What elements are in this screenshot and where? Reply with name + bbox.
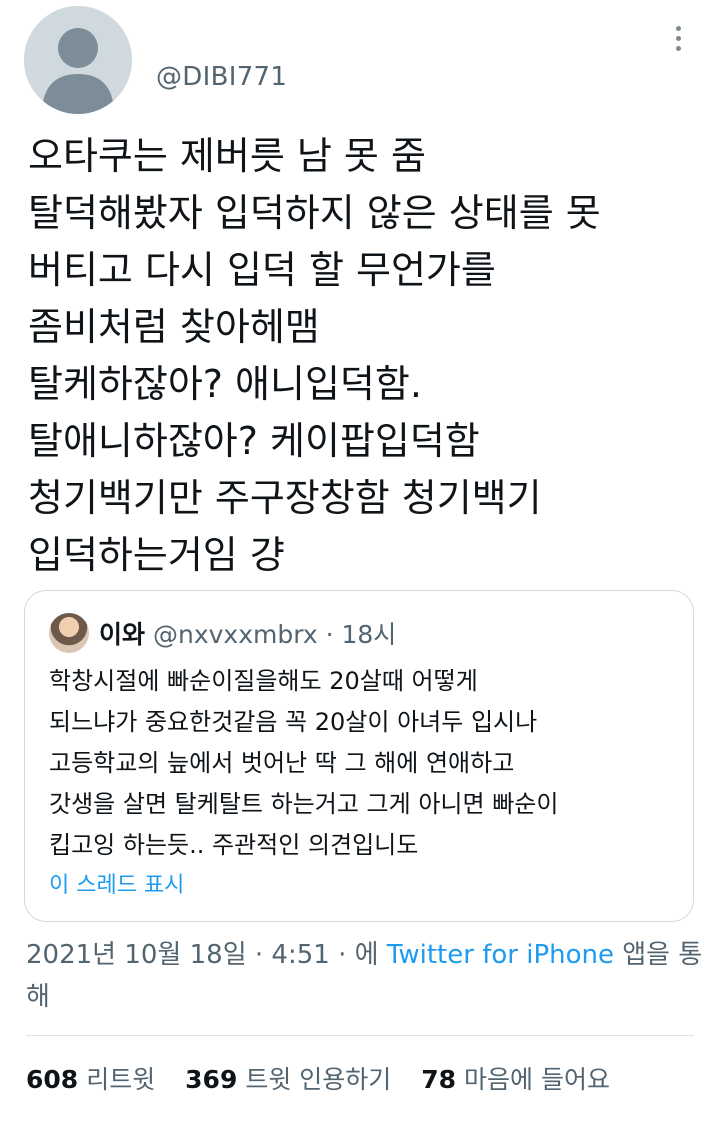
quoted-tweet-body: 학창시절에 빠순이질을해도 20살때 어떻게 되느냐가 중요한것같음 꼭 20살… [49, 661, 679, 866]
retweets-count: 608 [26, 1065, 79, 1094]
tweet-line: 탈케하잖아? 애니입덕함. [28, 362, 422, 406]
quoted-line: 되느냐가 중요한것같음 꼭 20살이 아녀두 입시나 [49, 708, 538, 736]
tweet-datetime[interactable]: 2021년 10월 18일 · 4:51 · 에 [26, 940, 387, 970]
tweet-line: 청기백기만 주구장창함 청기백기 [28, 476, 542, 520]
quoted-tweet-card[interactable]: 이와 @nxvxxmbrx · 18시 학창시절에 빠순이질을해도 20살때 어… [24, 590, 694, 922]
quoted-author-handle-time: @nxvxxmbrx · 18시 [152, 620, 397, 649]
quoted-line: 학창시절에 빠순이질을해도 20살때 어떻게 [49, 667, 478, 695]
retweets-stat[interactable]: 608 리트윗 [26, 1060, 155, 1096]
quoted-line: 고등학교의 늪에서 벗어난 딱 그 해에 연애하고 [49, 749, 515, 777]
quoted-author-header: 이와 @nxvxxmbrx · 18시 [99, 615, 396, 651]
tweet-line: 버티고 다시 입덕 할 무언가를 [28, 248, 496, 292]
tweet-line: 탈애니하잖아? 케이팝입덕함 [28, 419, 480, 463]
default-profile-icon [24, 6, 132, 114]
author-handle[interactable]: @DIBI771 [156, 62, 287, 92]
likes-label: 마음에 들어요 [464, 1065, 610, 1094]
engagement-stats: 608 리트윗 369 트윗 인용하기 78 마음에 들어요 [26, 1060, 632, 1096]
likes-count: 78 [421, 1065, 457, 1094]
tweet-timestamp: 2021년 10월 18일 · 4:51 · 에 Twitter for iPh… [26, 934, 706, 1018]
likes-stat[interactable]: 78 마음에 들어요 [421, 1060, 610, 1096]
quote-tweets-stat[interactable]: 369 트윗 인용하기 [185, 1060, 391, 1096]
divider [26, 1035, 694, 1036]
tweet-line: 입덕하는거임 걍 [28, 533, 285, 577]
tweet-body: 오타쿠는 제버릇 남 못 줌 탈덕해봤자 입덕하지 않은 상태를 못 버티고 다… [28, 128, 708, 584]
quoted-line: 갓생을 살면 탈케탈트 하는거고 그게 아니면 빠순이 [49, 790, 559, 818]
quoted-line: 킵고잉 하는듯.. 주관적인 의견입니도 [49, 831, 419, 859]
quoted-author-name[interactable]: 이와 [99, 620, 145, 649]
quote-tweets-label: 트윗 인용하기 [245, 1065, 392, 1094]
retweets-label: 리트윗 [86, 1065, 156, 1094]
tweet-line: 탈덕해봤자 입덕하지 않은 상태를 못 [28, 191, 601, 235]
quoted-author-avatar[interactable] [49, 613, 89, 653]
tweet-line: 오타쿠는 제버릇 남 못 줌 [28, 134, 426, 178]
tweet-source-link[interactable]: Twitter for iPhone [387, 940, 614, 970]
vertical-ellipsis-icon[interactable] [662, 20, 694, 56]
author-avatar[interactable] [24, 6, 132, 114]
tweet-line: 좀비처럼 찾아헤맴 [28, 305, 320, 349]
show-thread-link[interactable]: 이 스레드 표시 [49, 867, 184, 899]
quote-tweets-count: 369 [185, 1065, 238, 1094]
